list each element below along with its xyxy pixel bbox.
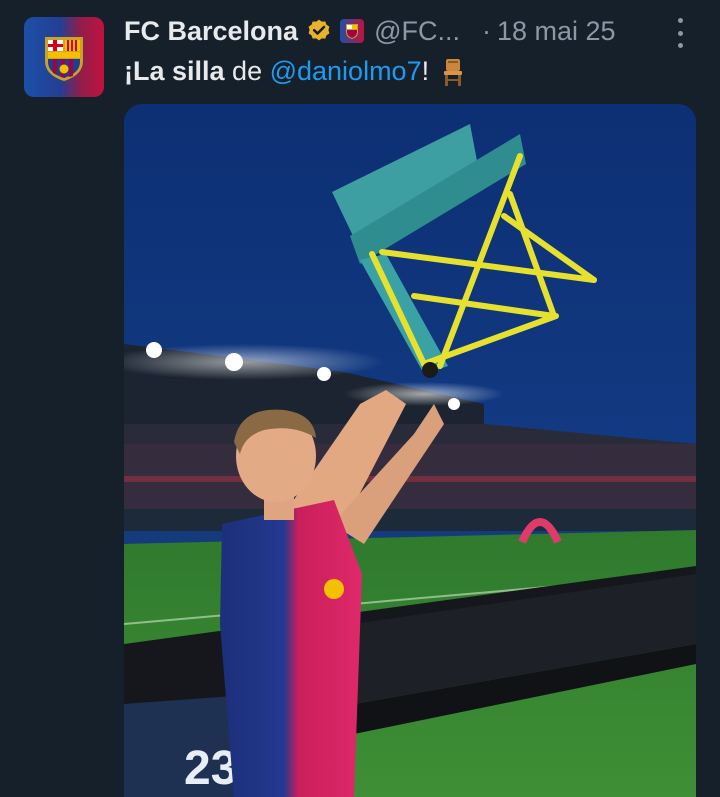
tweet-text: ¡La silla de @daniolmo7! xyxy=(124,56,465,87)
more-options-icon[interactable] xyxy=(668,18,692,48)
mention-link[interactable]: @daniolmo7 xyxy=(270,56,422,87)
tweet-text-bold: ¡La silla xyxy=(124,56,225,86)
tweet-header: FC Barcelona @FC... · 18 mai 25 xyxy=(124,14,700,48)
author-name[interactable]: FC Barcelona xyxy=(124,16,298,47)
fc-barcelona-crest-icon xyxy=(45,37,83,81)
author-handle[interactable]: @FC... xyxy=(374,16,460,47)
tweet-timestamp[interactable]: 18 mai 25 xyxy=(497,16,616,47)
verified-badge-icon[interactable] xyxy=(306,18,332,44)
tweet-text-plain: de xyxy=(224,56,270,86)
tweet-photo[interactable]: 23 xyxy=(124,104,696,797)
affiliation-crest-icon[interactable] xyxy=(340,19,365,43)
chair-emoji-icon xyxy=(441,57,465,87)
jersey-number: 23 xyxy=(184,742,237,795)
separator-dot: · xyxy=(481,15,491,46)
tweet-text-exclaim: ! xyxy=(421,56,430,86)
author-avatar[interactable] xyxy=(24,17,104,97)
